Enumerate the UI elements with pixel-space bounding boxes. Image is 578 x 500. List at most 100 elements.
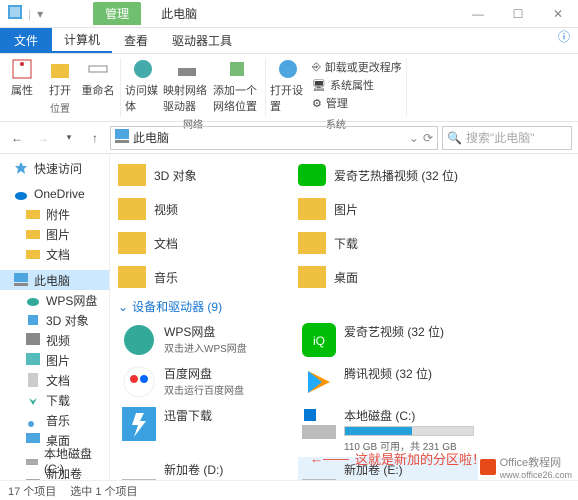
close-button[interactable]: ✕ bbox=[538, 0, 578, 28]
chevron-down-icon[interactable]: ▾ bbox=[37, 7, 43, 21]
link-uninstall[interactable]: ⎆卸载或更改程序 bbox=[312, 58, 402, 76]
refresh-icon[interactable]: ⟳ bbox=[423, 131, 433, 145]
baidu-icon bbox=[122, 365, 156, 399]
address-dropdown-icon[interactable]: ⌄ bbox=[409, 131, 419, 145]
search-icon: 🔍 bbox=[447, 131, 462, 145]
iqiyi-icon: iQ bbox=[302, 323, 336, 357]
folder-iqiyi-hot[interactable]: 爱奇艺热播视频 (32 位) bbox=[298, 158, 478, 192]
sidebar-downloads[interactable]: 下载 bbox=[0, 390, 109, 410]
doc-icon bbox=[26, 373, 40, 387]
cloud-icon bbox=[14, 187, 28, 201]
searchbox[interactable]: 🔍 搜索"此电脑" bbox=[442, 126, 572, 150]
watermark: Office教程网 www.office26.com bbox=[480, 454, 572, 480]
sidebar-drive-d[interactable]: 新加卷 (D:) bbox=[0, 470, 109, 480]
link-sysprops[interactable]: 🖥系统属性 bbox=[312, 76, 402, 94]
sidebar-thispc[interactable]: 此电脑 bbox=[0, 270, 109, 290]
sidebar-videos[interactable]: 视频 bbox=[0, 330, 109, 350]
svg-text:iQ: iQ bbox=[313, 334, 325, 348]
manage-icon: ⚙ bbox=[312, 97, 322, 110]
cube-icon bbox=[26, 313, 40, 327]
folder-pictures[interactable]: 图片 bbox=[298, 192, 478, 226]
maximize-button[interactable]: ☐ bbox=[498, 0, 538, 28]
folder-docs[interactable]: 文档 bbox=[118, 226, 298, 260]
drive-icon bbox=[302, 407, 336, 441]
xunlei-icon bbox=[122, 407, 156, 441]
folder-music[interactable]: 音乐 bbox=[118, 260, 298, 294]
ribbon-properties[interactable]: 属性 bbox=[4, 58, 40, 98]
star-icon bbox=[14, 161, 28, 175]
nav-back[interactable]: ← bbox=[6, 127, 28, 149]
window-icon bbox=[8, 5, 22, 22]
nav-up[interactable]: ↑ bbox=[84, 127, 106, 149]
ribbon-open-settings[interactable]: 打开设置 bbox=[270, 58, 306, 114]
folder-downloads[interactable]: 下载 bbox=[298, 226, 478, 260]
ribbon-media[interactable]: 访问媒体 bbox=[125, 58, 161, 114]
sidebar-pictures2[interactable]: 图片 bbox=[0, 350, 109, 370]
nav-forward[interactable]: → bbox=[32, 127, 54, 149]
folder-videos[interactable]: 视频 bbox=[118, 192, 298, 226]
menu-drivetools[interactable]: 驱动器工具 bbox=[160, 28, 244, 53]
download-icon bbox=[26, 393, 40, 407]
folder-icon bbox=[118, 266, 146, 288]
drive-icon bbox=[26, 453, 38, 467]
folder-icon bbox=[118, 198, 146, 220]
menu-computer[interactable]: 计算机 bbox=[52, 28, 112, 53]
ribbon-mapdrive[interactable]: 映射网络驱动器 bbox=[163, 58, 211, 114]
sidebar-pictures[interactable]: 图片 bbox=[0, 224, 109, 244]
ribbon-open[interactable]: 打开 bbox=[42, 58, 78, 98]
navbar: ← → ▾ ↑ 此电脑 ⌄ ⟳ 🔍 搜索"此电脑" bbox=[0, 122, 578, 154]
cloud-icon bbox=[26, 293, 40, 307]
folder-desktop[interactable]: 桌面 bbox=[298, 260, 478, 294]
sidebar-wps[interactable]: WPS网盘 bbox=[0, 290, 109, 310]
video-icon bbox=[26, 333, 40, 347]
sidebar: 快速访问 OneDrive 附件 图片 文档 此电脑 WPS网盘 3D 对象 视… bbox=[0, 154, 110, 480]
menubar: 文件 计算机 查看 驱动器工具 ⓘ bbox=[0, 28, 578, 54]
sidebar-onedrive[interactable]: OneDrive bbox=[0, 184, 109, 204]
pc-icon bbox=[14, 273, 28, 287]
sidebar-docs2[interactable]: 文档 bbox=[0, 370, 109, 390]
content-area: 3D 对象 爱奇艺热播视频 (32 位) 视频 图片 文档 下载 音乐 桌面 ⌄… bbox=[110, 154, 578, 480]
tencent-icon bbox=[302, 365, 336, 399]
iqiyi-icon bbox=[298, 164, 326, 186]
arrow-left-icon: ←—— bbox=[310, 451, 349, 466]
wps-icon bbox=[122, 323, 156, 357]
music-icon bbox=[26, 413, 40, 427]
folder-icon bbox=[118, 232, 146, 254]
ribbon-group-location-label: 位置 bbox=[50, 100, 70, 115]
search-placeholder: 搜索"此电脑" bbox=[466, 129, 535, 146]
ribbon-addnetloc[interactable]: 添加一个网络位置 bbox=[213, 58, 261, 114]
nav-dropdown[interactable]: ▾ bbox=[58, 127, 80, 149]
addressbar[interactable]: 此电脑 ⌄ ⟳ bbox=[110, 126, 438, 150]
folder-3d[interactable]: 3D 对象 bbox=[118, 158, 298, 192]
sidebar-3d[interactable]: 3D 对象 bbox=[0, 310, 109, 330]
folder-icon bbox=[298, 198, 326, 220]
menu-view[interactable]: 查看 bbox=[112, 28, 160, 53]
tab-thispc[interactable]: 此电脑 bbox=[149, 2, 209, 25]
drive-baidu[interactable]: 百度网盘双击运行百度网盘 bbox=[118, 361, 298, 403]
sidebar-quick-access[interactable]: 快速访问 bbox=[0, 158, 109, 178]
separator: | bbox=[28, 7, 31, 21]
drive-tencent[interactable]: 腾讯视频 (32 位) bbox=[298, 361, 478, 403]
office-logo-icon bbox=[480, 459, 496, 475]
sidebar-music[interactable]: 音乐 bbox=[0, 410, 109, 430]
folder-icon bbox=[118, 164, 146, 186]
minimize-button[interactable]: — bbox=[458, 0, 498, 28]
section-devices[interactable]: ⌄设备和驱动器 (9) bbox=[118, 298, 570, 315]
ribbon-rename[interactable]: 重命名 bbox=[80, 58, 116, 98]
sidebar-attachments[interactable]: 附件 bbox=[0, 204, 109, 224]
sidebar-documents[interactable]: 文档 bbox=[0, 244, 109, 264]
drive-wps[interactable]: WPS网盘双击进入WPS网盘 bbox=[118, 319, 298, 361]
annotation: ←—— 这就是新加的分区啦！ bbox=[310, 449, 485, 468]
ribbon: 属性 打开 重命名 位置 访问媒体 映射网络驱动器 添加一个网络位置 网络 打开… bbox=[0, 54, 578, 122]
drive-iqiyi[interactable]: iQ 爱奇艺视频 (32 位) bbox=[298, 319, 478, 361]
drive-d[interactable]: 新加卷 (D:)330 GB 可用，共 462 GB bbox=[118, 457, 298, 480]
drive-xunlei[interactable]: 迅雷下载 bbox=[118, 403, 298, 457]
drive-icon bbox=[122, 461, 156, 480]
menu-file[interactable]: 文件 bbox=[0, 28, 52, 53]
main: 快速访问 OneDrive 附件 图片 文档 此电脑 WPS网盘 3D 对象 视… bbox=[0, 154, 578, 480]
folder-icon bbox=[298, 266, 326, 288]
help-icon[interactable]: ⓘ bbox=[558, 30, 570, 44]
folder-icon bbox=[298, 232, 326, 254]
tab-manage[interactable]: 管理 bbox=[93, 2, 141, 25]
link-manage[interactable]: ⚙管理 bbox=[312, 94, 402, 112]
